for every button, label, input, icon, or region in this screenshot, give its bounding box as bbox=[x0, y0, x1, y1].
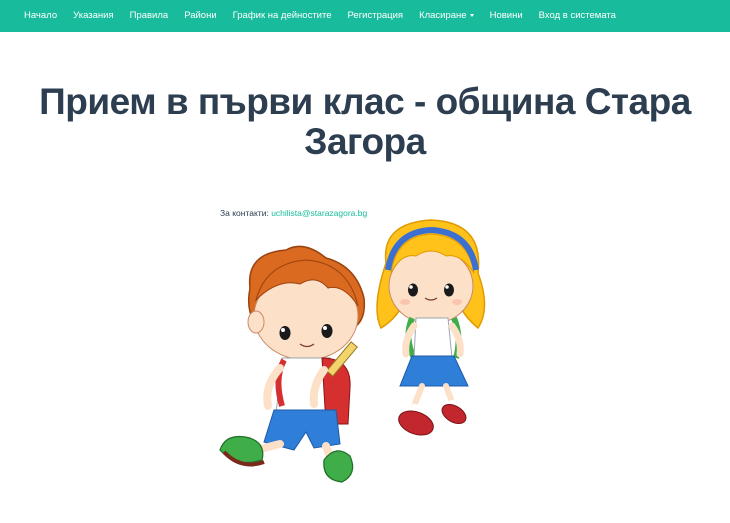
nav-item-districts[interactable]: Райони bbox=[176, 0, 224, 32]
contact-email-link[interactable]: uchilista@starazagora.bg bbox=[271, 208, 367, 218]
nav-item-news[interactable]: Новини bbox=[482, 0, 531, 32]
nav-item-ranking-dropdown[interactable]: Класиране bbox=[411, 0, 482, 32]
nav-item-instructions[interactable]: Указания bbox=[65, 0, 122, 32]
boy-figure bbox=[219, 245, 366, 483]
top-navbar: Начало Указания Правила Райони График на… bbox=[0, 0, 730, 32]
nav-item-registration[interactable]: Регистрация bbox=[340, 0, 412, 32]
contact-line: За контакти: uchilista@starazagora.bg bbox=[220, 208, 367, 218]
nav-item-schedule[interactable]: График на дейностите bbox=[225, 0, 340, 32]
children-illustration bbox=[219, 219, 486, 483]
girl-figure bbox=[376, 219, 486, 436]
page-title: Прием в първи клас - община Стара Загора bbox=[39, 81, 691, 162]
nav-item-ranking-label: Класиране bbox=[419, 10, 467, 21]
nav-item-login[interactable]: Вход в системата bbox=[531, 0, 624, 32]
caret-down-icon bbox=[469, 13, 474, 17]
nav-item-home[interactable]: Начало bbox=[24, 0, 65, 32]
contact-label: За контакти: bbox=[220, 208, 269, 218]
nav-item-rules[interactable]: Правила bbox=[122, 0, 177, 32]
nav-menu: Начало Указания Правила Райони График на… bbox=[0, 0, 624, 32]
